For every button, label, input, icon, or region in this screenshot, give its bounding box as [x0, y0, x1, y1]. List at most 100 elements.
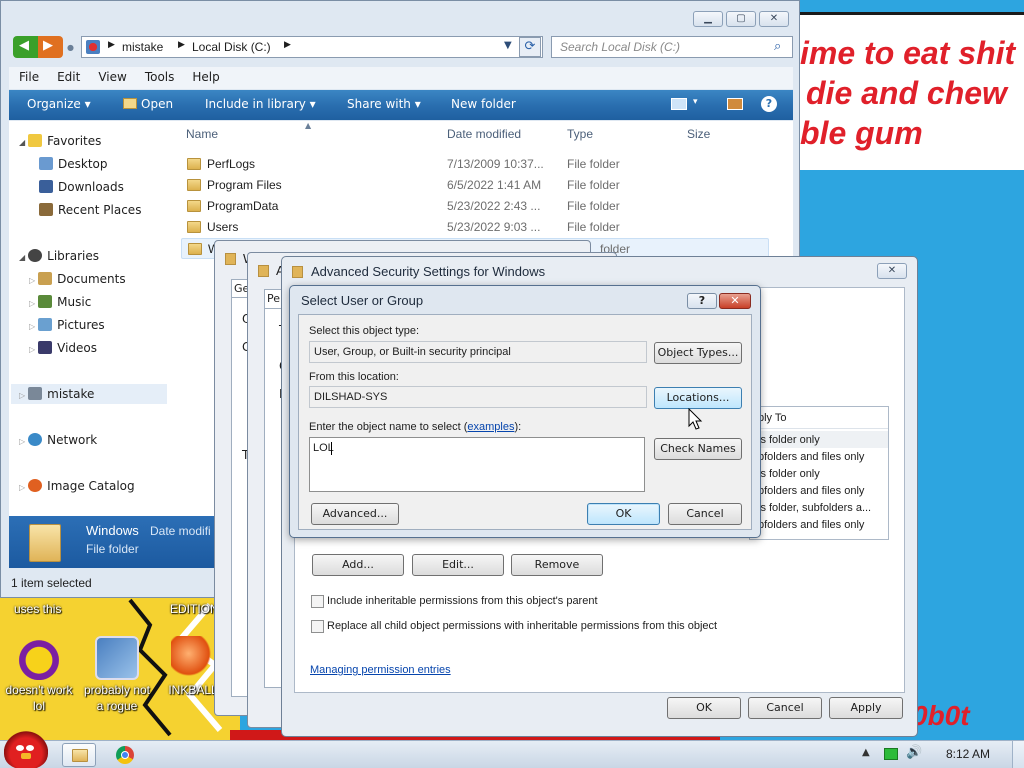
- view-options-icon[interactable]: [671, 98, 687, 110]
- permission-row[interactable]: is folder, subfolders a...: [758, 502, 871, 514]
- nav-downloads[interactable]: Downloads: [39, 177, 124, 197]
- forward-arrow-icon[interactable]: ▶: [43, 38, 53, 53]
- ok-button[interactable]: OK: [667, 697, 741, 719]
- permission-row[interactable]: bfolders and files only: [758, 485, 864, 497]
- view-dropdown-icon[interactable]: ▾: [693, 97, 698, 107]
- back-forward-buttons[interactable]: ◀ ▶: [13, 36, 63, 58]
- column-header-name[interactable]: Name: [186, 127, 218, 141]
- table-row[interactable]: Users 5/23/2022 9:03 ... File folder: [181, 217, 769, 238]
- nav-label: Videos: [57, 341, 98, 355]
- advanced-button[interactable]: Advanced...: [311, 503, 399, 525]
- address-bar[interactable]: ▶ mistake ▶ Local Disk (C:) ▶ ▼: [81, 36, 543, 58]
- nav-pictures[interactable]: ▷ Pictures: [29, 315, 105, 335]
- close-button[interactable]: ✕: [719, 293, 751, 309]
- object-types-button[interactable]: Object Types...: [654, 342, 742, 364]
- object-name-input[interactable]: LOL: [309, 437, 645, 492]
- close-button[interactable]: ✕: [877, 263, 907, 279]
- network-status-icon[interactable]: [884, 748, 898, 760]
- menu-tools[interactable]: Tools: [135, 67, 183, 84]
- permission-entries-list: ply To is folder only bfolders and files…: [749, 406, 889, 540]
- maximize-button[interactable]: ▢: [726, 11, 756, 27]
- wallpaper-caption-mid: EDITION: [170, 602, 219, 616]
- volume-icon[interactable]: 🔊: [906, 745, 922, 760]
- check-names-button[interactable]: Check Names: [654, 438, 742, 460]
- preview-pane-icon[interactable]: [727, 98, 743, 110]
- column-header-size[interactable]: Size: [687, 127, 710, 141]
- nav-computer[interactable]: ▷ mistake: [11, 384, 167, 404]
- nav-videos[interactable]: ▷ Videos: [29, 338, 97, 358]
- desktop-icon-setup[interactable]: probably not a rogue: [82, 636, 152, 714]
- menu-help[interactable]: Help: [182, 67, 227, 84]
- help-icon[interactable]: ?: [761, 96, 777, 112]
- breadcrumb-item[interactable]: Local Disk (C:): [192, 40, 271, 54]
- desktop-icon-label: probably not a rogue: [83, 683, 151, 713]
- taskbar-explorer-button[interactable]: [62, 743, 96, 767]
- nav-favorites[interactable]: ◢ Favorites: [19, 131, 101, 151]
- address-dropdown-icon[interactable]: ▼: [504, 40, 512, 51]
- nav-image-catalog[interactable]: ▷ Image Catalog: [19, 476, 135, 496]
- nav-network[interactable]: ▷ Network: [19, 430, 97, 450]
- minimize-button[interactable]: ▁: [693, 11, 723, 27]
- permission-row[interactable]: bfolders and files only: [758, 451, 864, 463]
- file-type: File folder: [567, 220, 620, 234]
- nav-documents[interactable]: ▷ Documents: [29, 269, 126, 289]
- column-header-apply-to[interactable]: ply To: [750, 407, 888, 429]
- recent-pages-icon[interactable]: ●: [67, 43, 74, 52]
- ok-button[interactable]: OK: [587, 503, 660, 525]
- table-row[interactable]: PerfLogs 7/13/2009 10:37... File folder: [181, 154, 769, 175]
- mouse-pointer-icon: [688, 408, 703, 430]
- collapse-arrow-icon: ▷: [29, 276, 36, 285]
- permission-row[interactable]: is folder only: [758, 468, 820, 480]
- back-arrow-icon[interactable]: ◀: [19, 38, 29, 53]
- refresh-icon[interactable]: ⟳: [519, 37, 541, 57]
- nav-music[interactable]: ▷ Music: [29, 292, 91, 312]
- breadcrumb-item[interactable]: mistake: [122, 40, 163, 54]
- menu-file[interactable]: File: [9, 67, 47, 84]
- managing-permissions-link[interactable]: Managing permission entries: [310, 664, 451, 676]
- wallpaper-note: ime to eat shit die and chew ble gum: [796, 12, 1024, 170]
- search-icon[interactable]: ⌕: [774, 39, 781, 54]
- organize-button[interactable]: Organize ▾: [27, 97, 91, 111]
- edit-button[interactable]: Edit...: [412, 554, 504, 576]
- desktop-icon-yahoo[interactable]: doesn't work lol: [4, 636, 74, 714]
- permission-row[interactable]: is folder only: [758, 434, 820, 446]
- include-in-library-button[interactable]: Include in library ▾: [205, 97, 316, 111]
- cancel-button[interactable]: Cancel: [668, 503, 742, 525]
- open-button[interactable]: Open: [123, 97, 173, 111]
- chrome-icon[interactable]: [116, 746, 134, 764]
- permission-row[interactable]: bfolders and files only: [758, 519, 864, 531]
- nav-recent-places[interactable]: Recent Places: [39, 200, 141, 220]
- examples-link[interactable]: examples: [467, 421, 514, 433]
- wallpaper-caption-left: uses this: [14, 602, 62, 616]
- replace-checkbox[interactable]: [311, 620, 324, 633]
- new-folder-button[interactable]: New folder: [451, 97, 516, 111]
- nav-label: Favorites: [47, 134, 102, 148]
- table-row[interactable]: ProgramData 5/23/2022 2:43 ... File folder: [181, 196, 769, 217]
- column-header-date[interactable]: Date modified: [447, 127, 521, 141]
- start-button-angry-bird-icon[interactable]: [4, 731, 48, 768]
- menu-edit[interactable]: Edit: [47, 67, 88, 84]
- nav-desktop[interactable]: Desktop: [39, 154, 108, 174]
- explorer-titlebar[interactable]: ▁ ▢ ✕: [1, 1, 799, 33]
- inherit-checkbox[interactable]: [311, 595, 324, 608]
- show-hidden-icons-icon[interactable]: ▲: [862, 747, 870, 758]
- table-row[interactable]: Program Files 6/5/2022 1:41 AM File folder: [181, 175, 769, 196]
- music-icon: [38, 295, 53, 308]
- add-button[interactable]: Add...: [312, 554, 404, 576]
- share-with-button[interactable]: Share with ▾: [347, 97, 421, 111]
- show-desktop-button[interactable]: [1012, 741, 1024, 768]
- apply-button[interactable]: Apply: [829, 697, 903, 719]
- desktop-icon-label: doesn't work lol: [5, 683, 73, 713]
- folder-icon: [187, 217, 201, 238]
- help-button[interactable]: ?: [687, 293, 717, 309]
- clock[interactable]: 8:12 AM: [946, 747, 990, 761]
- column-header-type[interactable]: Type: [567, 127, 593, 141]
- close-button[interactable]: ✕: [759, 11, 789, 27]
- folder-icon: [72, 749, 88, 762]
- cancel-button[interactable]: Cancel: [748, 697, 822, 719]
- search-input[interactable]: Search Local Disk (C:) ⌕: [551, 36, 793, 58]
- nav-libraries[interactable]: ◢ Libraries: [19, 246, 99, 266]
- locations-button[interactable]: Locations...: [654, 387, 742, 409]
- menu-view[interactable]: View: [88, 67, 134, 84]
- remove-button[interactable]: Remove: [511, 554, 603, 576]
